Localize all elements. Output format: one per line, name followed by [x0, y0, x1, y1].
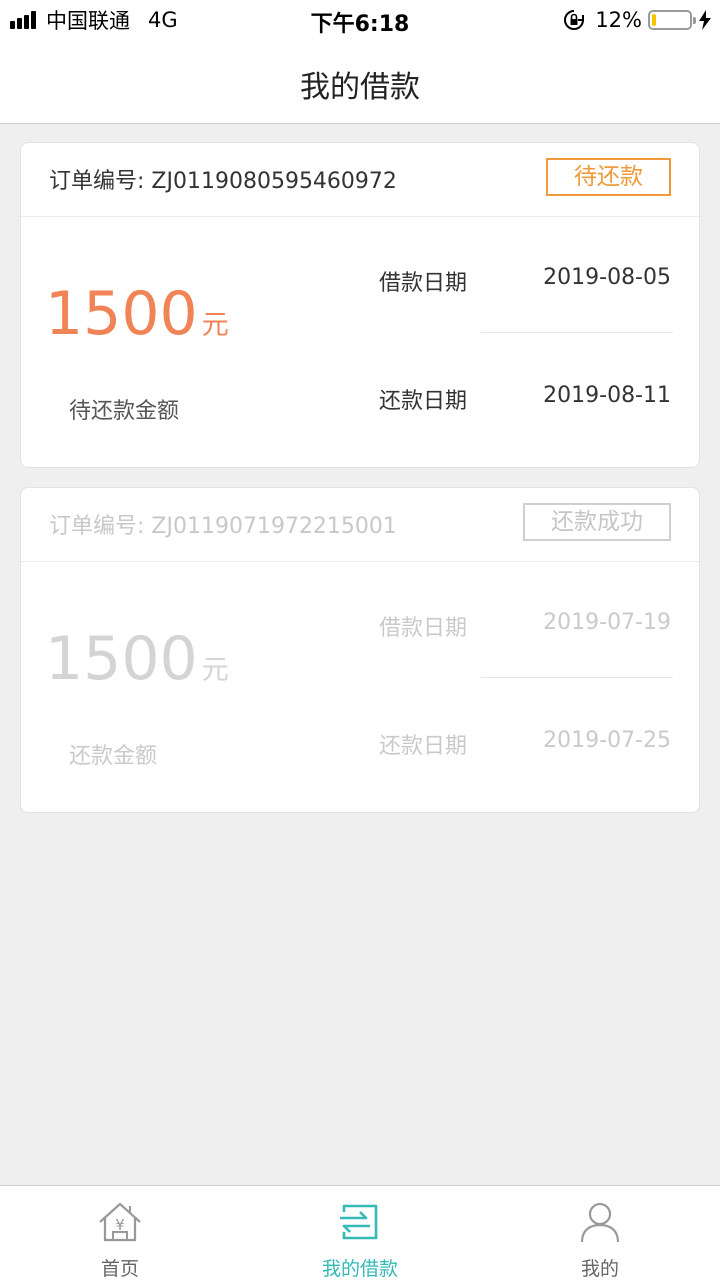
divider — [481, 332, 673, 333]
loan-card-header: 订单编号: ZJ0119080595460972 待还款 — [21, 143, 699, 217]
tab-home-label: 首页 — [100, 1258, 139, 1280]
amount-value: 1500 — [45, 624, 198, 694]
loan-card-header: 订单编号: ZJ0119071972215001 还款成功 — [21, 488, 699, 562]
borrow-date-label: 借款日期 — [379, 616, 468, 641]
repay-date-label: 还款日期 — [379, 389, 468, 414]
repay-date: 2019-08-11 — [543, 383, 671, 408]
status-badge[interactable]: 待还款 — [546, 158, 671, 196]
repay-date-label: 还款日期 — [379, 734, 468, 759]
user-icon — [580, 1202, 620, 1243]
divider — [481, 677, 673, 678]
loan-amount: 1500 元 — [45, 279, 229, 349]
status-badge[interactable]: 还款成功 — [523, 503, 671, 541]
tab-mine[interactable]: 我的 — [520, 1186, 680, 1280]
order-number: 订单编号: ZJ0119080595460972 — [49, 169, 397, 194]
battery-fill — [652, 14, 657, 26]
tab-mine-label: 我的 — [580, 1258, 619, 1280]
repay-date: 2019-07-25 — [543, 728, 671, 753]
borrow-date: 2019-08-05 — [543, 265, 671, 290]
amount-unit: 元 — [201, 310, 229, 341]
amount-label: 还款金额 — [69, 744, 158, 769]
loan-amount: 1500 元 — [45, 624, 229, 694]
nav-bar: 我的借款 — [0, 40, 720, 124]
home-yen-icon: ¥ — [99, 1202, 141, 1242]
amount-label: 待还款金额 — [69, 399, 180, 424]
tab-my-loans-label: 我的借款 — [321, 1258, 398, 1280]
tab-bar: ¥ 首页 我的借款 我的 — [0, 1185, 720, 1280]
loan-card[interactable]: 订单编号: ZJ0119071972215001 还款成功 1500 元 还款金额… — [20, 487, 700, 813]
borrow-date-label: 借款日期 — [379, 271, 468, 296]
status-bar: 中国联通 4G 下午6:18 12% — [0, 0, 720, 40]
loan-card[interactable]: 订单编号: ZJ0119080595460972 待还款 1500 元 待还款金额… — [20, 142, 700, 468]
borrow-date: 2019-07-19 — [543, 610, 671, 635]
tab-home[interactable]: ¥ 首页 — [40, 1186, 200, 1280]
charging-bolt-icon — [699, 10, 711, 30]
rotation-lock-icon — [564, 10, 585, 30]
battery-icon — [648, 10, 696, 30]
amount-value: 1500 — [45, 279, 198, 349]
order-number: 订单编号: ZJ0119071972215001 — [49, 514, 397, 539]
battery-percent: 12% — [595, 8, 642, 32]
loan-transfer-icon — [340, 1204, 378, 1240]
page-title: 我的借款 — [300, 70, 420, 105]
tab-my-loans[interactable]: 我的借款 — [280, 1186, 440, 1280]
status-right: 12% — [563, 6, 712, 34]
amount-unit: 元 — [201, 655, 229, 686]
